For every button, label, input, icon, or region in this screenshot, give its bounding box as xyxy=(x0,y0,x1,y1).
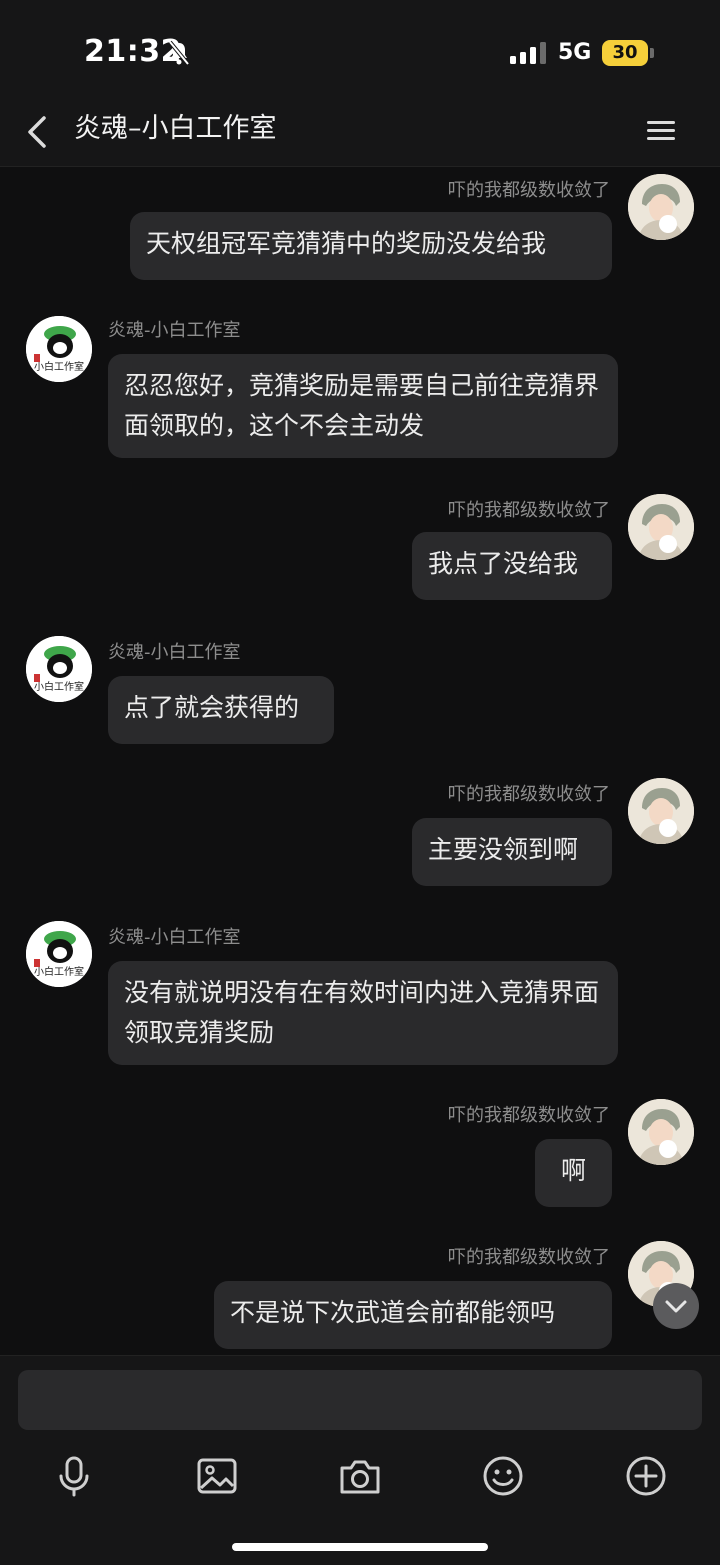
status-bar: 21:32 5G 30 xyxy=(0,0,720,100)
message-bubble[interactable]: 主要没领到啊 xyxy=(412,818,612,886)
sender-name: 吓的我都级数收敛了 xyxy=(448,180,610,201)
network-type: 5G xyxy=(558,40,592,65)
studio-avatar-icon: 小白工作室 xyxy=(26,636,92,702)
menu-icon[interactable] xyxy=(644,116,678,146)
message-bubble[interactable]: 点了就会获得的 xyxy=(108,676,334,744)
sender-name: 吓的我都级数收敛了 xyxy=(448,1247,610,1268)
studio-avatar-text: 小白工作室 xyxy=(34,360,84,373)
message-bubble[interactable]: 啊 xyxy=(535,1139,612,1207)
microphone-icon[interactable] xyxy=(52,1454,96,1498)
muted-bell-icon xyxy=(168,40,190,66)
emoji-icon[interactable] xyxy=(481,1454,525,1498)
message-bubble[interactable]: 我点了没给我 xyxy=(412,532,612,600)
user-avatar[interactable] xyxy=(628,778,694,844)
message-composer xyxy=(0,1355,720,1565)
studio-avatar[interactable]: 小白工作室 xyxy=(26,921,92,987)
chat-header: 炎魂–小白工作室 xyxy=(0,100,720,167)
sender-name: 炎魂-小白工作室 xyxy=(108,642,241,663)
battery-tip xyxy=(650,48,654,58)
message-bubble[interactable]: 没有就说明没有在有效时间内进入竞猜界面领取竞猜奖励 xyxy=(108,961,618,1065)
sender-name: 吓的我都级数收敛了 xyxy=(448,500,610,521)
user-avatar[interactable] xyxy=(628,174,694,240)
image-icon[interactable] xyxy=(195,1454,239,1498)
studio-avatar[interactable]: 小白工作室 xyxy=(26,636,92,702)
user-avatar[interactable] xyxy=(628,494,694,560)
page-title: 炎魂–小白工作室 xyxy=(74,113,277,144)
camera-icon[interactable] xyxy=(338,1454,382,1498)
sender-name: 炎魂-小白工作室 xyxy=(108,320,241,341)
sender-name: 炎魂-小白工作室 xyxy=(108,927,241,948)
user-avatar-icon xyxy=(628,1099,694,1165)
battery-indicator: 30 xyxy=(602,40,648,66)
message-input[interactable] xyxy=(18,1370,702,1430)
signal-icon xyxy=(510,42,546,64)
chevron-down-icon xyxy=(665,1300,687,1313)
studio-avatar-icon: 小白工作室 xyxy=(26,316,92,382)
sender-name: 吓的我都级数收敛了 xyxy=(448,1105,610,1126)
message-bubble[interactable]: 天权组冠军竞猜猜中的奖励没发给我 xyxy=(130,212,612,280)
user-avatar-icon xyxy=(628,174,694,240)
user-avatar[interactable] xyxy=(628,1099,694,1165)
plus-icon[interactable] xyxy=(624,1454,668,1498)
message-bubble[interactable]: 忍忍您好，竞猜奖励是需要自己前往竞猜界面领取的，这个不会主动发 xyxy=(108,354,618,458)
message-list[interactable]: 吓的我都级数收敛了 天权组冠军竞猜猜中的奖励没发给我 炎魂-小白工作室 忍忍您好… xyxy=(0,166,720,1354)
studio-avatar-text: 小白工作室 xyxy=(34,680,84,693)
user-avatar-icon xyxy=(628,494,694,560)
studio-avatar[interactable]: 小白工作室 xyxy=(26,316,92,382)
message-bubble[interactable]: 不是说下次武道会前都能领吗 xyxy=(214,1281,612,1349)
studio-avatar-text: 小白工作室 xyxy=(34,965,84,978)
home-indicator xyxy=(232,1543,488,1551)
studio-avatar-icon: 小白工作室 xyxy=(26,921,92,987)
sender-name: 吓的我都级数收敛了 xyxy=(448,784,610,805)
user-avatar-icon xyxy=(628,778,694,844)
scroll-to-bottom-button[interactable] xyxy=(653,1283,699,1329)
battery-level: 30 xyxy=(612,42,638,63)
back-icon[interactable] xyxy=(24,112,52,152)
